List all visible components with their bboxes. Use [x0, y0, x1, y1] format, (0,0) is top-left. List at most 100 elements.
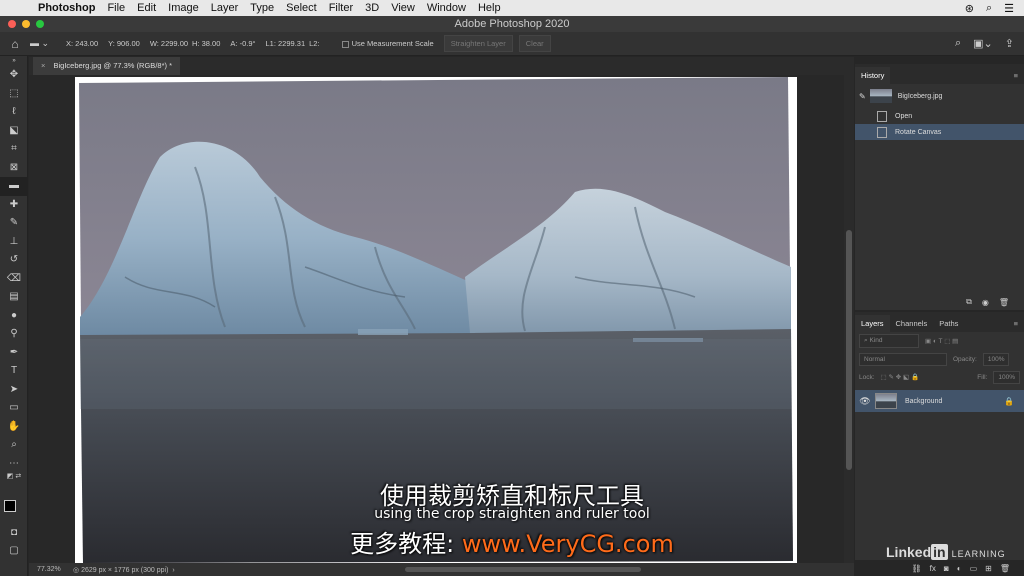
tab-channels[interactable]: Channels: [890, 315, 934, 332]
spotlight-icon[interactable]: ⌕: [986, 2, 992, 15]
hand-tool-icon[interactable]: ✋: [0, 418, 28, 437]
straighten-layer-button[interactable]: Straighten Layer: [443, 35, 513, 52]
dodge-tool-icon[interactable]: ⚲: [0, 325, 28, 344]
menu-layer[interactable]: Layer: [205, 2, 245, 14]
minimize-window-button[interactable]: [22, 20, 30, 28]
history-brush-tool-icon[interactable]: ↺: [0, 251, 28, 270]
visibility-eye-icon[interactable]: 👁: [855, 396, 875, 407]
l2-readout: L2:: [309, 39, 320, 48]
mac-menubar: Photoshop File Edit Image Layer Type Sel…: [0, 0, 1024, 16]
type-tool-icon[interactable]: T: [0, 362, 28, 381]
pen-tool-icon[interactable]: ✒: [0, 344, 28, 363]
history-state-selected[interactable]: Rotate Canvas: [855, 124, 1024, 140]
history-brush-source-icon[interactable]: ✎: [859, 92, 866, 101]
search-icon[interactable]: ⌕: [955, 37, 961, 50]
tab-paths[interactable]: Paths: [933, 315, 964, 332]
close-window-button[interactable]: [8, 20, 16, 28]
delete-state-icon[interactable]: 🗑: [999, 298, 1009, 307]
eraser-tool-icon[interactable]: ⌫: [0, 270, 28, 289]
tab-history[interactable]: History: [855, 67, 891, 84]
h-readout: H: 38.00: [192, 39, 221, 48]
window-titlebar: Adobe Photoshop 2020: [0, 16, 1024, 32]
layer-name: Background: [905, 397, 943, 405]
vertical-scroll-thumb[interactable]: [846, 230, 852, 470]
blend-mode-select[interactable]: Normal: [859, 352, 947, 366]
measurement-label: Use Measurement Scale: [351, 39, 434, 48]
document-tab[interactable]: × BigIceberg.jpg @ 77.3% (RGB/8*) *: [33, 57, 180, 75]
lasso-tool-icon[interactable]: ℓ: [0, 103, 28, 122]
frame-tool-icon[interactable]: ⊠: [0, 159, 28, 178]
menu-type[interactable]: Type: [244, 2, 280, 14]
zoom-window-button[interactable]: [36, 20, 44, 28]
history-state[interactable]: Open: [855, 108, 1024, 124]
close-tab-icon[interactable]: ×: [41, 61, 45, 70]
clone-stamp-tool-icon[interactable]: ⊥: [0, 233, 28, 252]
adjustment-layer-icon[interactable]: ◐: [957, 564, 962, 573]
layer-row-background[interactable]: 👁 Background 🔒: [855, 390, 1024, 412]
marquee-tool-icon[interactable]: ⬚: [0, 85, 28, 104]
layers-panel: Layers Channels Paths ≡ ⌕ Kind ▣ ◐ T ⬚ ▤…: [855, 312, 1024, 560]
menu-help[interactable]: Help: [472, 2, 507, 14]
tab-layers[interactable]: Layers: [855, 315, 890, 332]
ruler-tool-icon[interactable]: ▬: [0, 177, 28, 196]
w-readout: W: 2299.00: [149, 39, 189, 48]
ruler-tool-preset-icon[interactable]: ▬ ⌄: [30, 38, 66, 49]
checkbox-icon: [341, 40, 349, 48]
new-document-from-state-icon[interactable]: ⧉: [966, 297, 972, 307]
clear-button[interactable]: Clear: [518, 35, 551, 52]
menu-3d[interactable]: 3D: [359, 2, 385, 14]
doc-info[interactable]: ◎ 2629 px × 1776 px (300 ppi) ›: [73, 566, 175, 574]
menu-view[interactable]: View: [385, 2, 421, 14]
menu-file[interactable]: File: [101, 2, 131, 14]
delete-layer-icon[interactable]: 🗑: [1000, 564, 1010, 573]
link-layers-icon[interactable]: ⛓: [912, 564, 922, 573]
rectangle-tool-icon[interactable]: ▭: [0, 399, 28, 418]
crop-tool-icon[interactable]: ⌗: [0, 140, 28, 159]
history-snapshot[interactable]: ✎ BigIceberg.jpg: [855, 84, 1024, 108]
panel-menu-icon[interactable]: ≡: [1008, 67, 1024, 84]
layer-thumbnail: [875, 393, 897, 409]
menu-select[interactable]: Select: [280, 2, 323, 14]
zoom-tool-icon[interactable]: ⌕: [0, 436, 28, 455]
use-measurement-scale-checkbox[interactable]: Use Measurement Scale: [341, 39, 434, 48]
menu-filter[interactable]: Filter: [323, 2, 359, 14]
brush-tool-icon[interactable]: ✎: [0, 214, 28, 233]
menu-edit[interactable]: Edit: [131, 2, 162, 14]
snapshot-label: BigIceberg.jpg: [897, 92, 943, 100]
menu-window[interactable]: Window: [421, 2, 472, 14]
layer-style-icon[interactable]: fx: [930, 564, 936, 573]
collapse-icon[interactable]: »: [0, 56, 28, 66]
logo-learning: LEARNING: [951, 549, 1006, 559]
new-snapshot-icon[interactable]: ◉: [982, 298, 989, 307]
share-icon[interactable]: ⇪: [1005, 37, 1014, 50]
zoom-level[interactable]: 77.32%: [29, 566, 73, 573]
horizontal-scroll-thumb[interactable]: [405, 567, 641, 572]
fill-input[interactable]: 100%: [993, 370, 1020, 384]
lock-icons[interactable]: ⬚ ✎ ✥ ⬕ 🔒: [881, 373, 920, 381]
home-icon[interactable]: ⌂: [0, 37, 30, 51]
new-group-icon[interactable]: ▭: [970, 564, 978, 573]
move-tool-icon[interactable]: ✥: [0, 66, 28, 85]
panel-menu-icon[interactable]: ≡: [1008, 315, 1024, 332]
kind-filter-select[interactable]: ⌕ Kind: [859, 334, 919, 348]
notification-center-icon[interactable]: ☰: [1004, 2, 1014, 15]
layer-lock-icon: 🔒: [1004, 396, 1014, 406]
creative-cloud-icon[interactable]: ⊛: [965, 2, 974, 15]
layer-mask-icon[interactable]: ◙: [944, 564, 949, 573]
filter-type-icons[interactable]: ▣ ◐ T ⬚ ▤: [925, 337, 958, 345]
healing-brush-tool-icon[interactable]: ✚: [0, 196, 28, 215]
gradient-tool-icon[interactable]: ▤: [0, 288, 28, 307]
fill-label: Fill:: [977, 373, 988, 381]
menu-photoshop[interactable]: Photoshop: [32, 2, 101, 14]
doc-info-text: 2629 px × 1776 px (300 ppi): [81, 566, 169, 574]
menu-image[interactable]: Image: [162, 2, 205, 14]
opacity-input[interactable]: 100%: [982, 352, 1010, 366]
new-layer-icon[interactable]: ⊞: [985, 564, 992, 573]
path-select-tool-icon[interactable]: ➤: [0, 381, 28, 400]
more-tools-icon[interactable]: ⋯: [0, 455, 28, 474]
document-icon: [877, 126, 887, 138]
object-select-tool-icon[interactable]: ⬕: [0, 122, 28, 141]
workspace-icon[interactable]: ▣⌄: [973, 37, 993, 50]
blur-tool-icon[interactable]: ●: [0, 307, 28, 326]
document-tab-label: BigIceberg.jpg @ 77.3% (RGB/8*) *: [53, 61, 172, 70]
